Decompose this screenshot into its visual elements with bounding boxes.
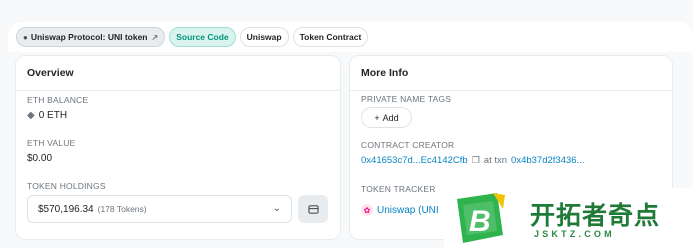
chip-uni-token-label: Uniswap Protocol: UNI token [30,32,148,42]
external-link-icon: ↗ [151,32,159,42]
uniswap-logo-icon: ✿ [361,204,373,216]
token-holdings-count: (178 Tokens) [97,204,147,214]
copy-icon[interactable]: ❐ [472,155,480,166]
contract-creator-label: CONTRACT CREATOR [361,140,455,150]
creator-address-link[interactable]: 0x41653c7d...Ec4142Cfb [361,155,468,166]
chevron-down-icon: ⌄ [272,203,281,214]
svg-text:B: B [469,205,491,238]
token-tracker-row: ✿ Uniswap (UNI [361,204,439,216]
token-tracker-link[interactable]: Uniswap (UNI [377,205,439,216]
plus-icon: + [374,112,380,123]
eth-value-amount: $0.00 [27,153,53,164]
at-txn-text: at txn [483,155,508,166]
chip-source-code[interactable]: Source Code [169,27,236,47]
token-tracker-label: TOKEN TRACKER [361,184,436,194]
token-holdings-dropdown[interactable]: $570,196.34 (178 Tokens) ⌄ [27,195,292,223]
wallet-icon [307,204,319,214]
ethereum-icon: ◆ [27,110,35,121]
chip-token-contract[interactable]: Token Contract [292,27,369,47]
more-info-divider [350,90,672,91]
add-tag-label: Add [382,112,399,123]
token-holdings-amount: $570,196.34 [38,203,94,215]
watermark: B 开拓者奇点 JSKTZ.COM [444,188,693,248]
overview-card: Overview ETH BALANCE ◆ 0 ETH ETH VALUE $… [15,55,341,240]
txn-hash-link[interactable]: 0x4b37d2f3436... [511,155,584,166]
watermark-url: JSKTZ.COM [534,229,615,239]
token-holdings-label: TOKEN HOLDINGS [27,181,106,191]
add-tag-button[interactable]: + Add [361,107,412,128]
watermark-text: 开拓者奇点 [530,202,661,230]
chip-uniswap[interactable]: Uniswap [239,27,289,47]
private-tags-label: PRIVATE NAME TAGS [361,94,452,104]
eth-value-label: ETH VALUE [27,138,76,148]
chip-token-contract-label: Token Contract [299,32,362,42]
more-info-title: More Info [361,67,409,79]
chip-uni-token[interactable]: ● Uniswap Protocol: UNI token ↗ [16,27,166,47]
overview-title: Overview [27,67,74,79]
eth-balance-value: ◆ 0 ETH [27,110,67,121]
chip-source-code-label: Source Code [176,32,229,42]
contract-creator-row: 0x41653c7d...Ec4142Cfb ❐ at txn 0x4b37d2… [361,155,584,166]
eth-balance-amount: 0 ETH [38,110,68,121]
wallet-view-button[interactable] [298,195,328,223]
tag-icon: ● [23,32,28,42]
overview-divider [16,90,340,91]
chip-uniswap-label: Uniswap [246,32,282,42]
tag-chips: ● Uniswap Protocol: UNI token ↗ Source C… [16,27,369,47]
watermark-logo: B [457,193,505,243]
eth-balance-label: ETH BALANCE [27,95,89,105]
